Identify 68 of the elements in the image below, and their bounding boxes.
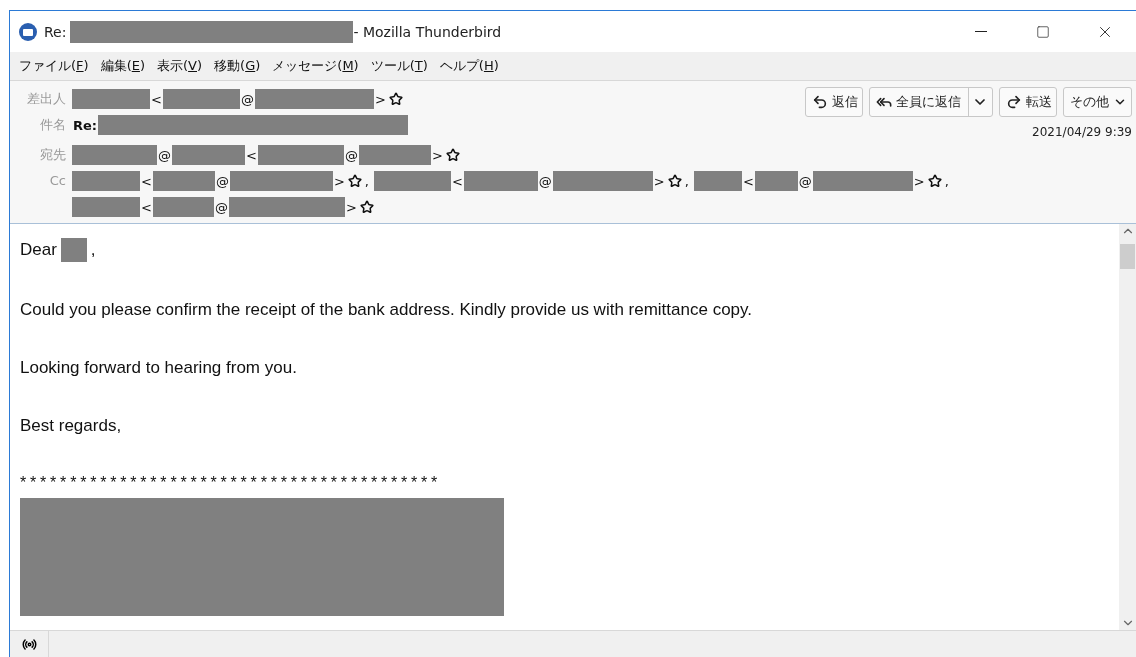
redaction-block xyxy=(152,171,215,191)
address-text: < xyxy=(450,173,464,189)
field-label: Cc xyxy=(48,172,67,190)
redaction-block xyxy=(72,171,140,191)
more-button[interactable]: その他 xyxy=(1063,87,1132,117)
address-text: , xyxy=(943,173,950,189)
redaction-block xyxy=(693,171,742,191)
reply-all-button[interactable]: 全員に返信 xyxy=(869,87,993,117)
field-label: 件名 xyxy=(39,116,67,134)
star-icon[interactable] xyxy=(667,174,682,188)
redaction-block xyxy=(60,238,87,262)
star-icon[interactable] xyxy=(445,148,460,162)
menu-item[interactable]: 編集(E) xyxy=(95,57,150,75)
address-text: > xyxy=(344,199,358,215)
forward-button[interactable]: 転送 xyxy=(999,87,1057,117)
online-status-icon[interactable] xyxy=(21,637,37,652)
menu-item[interactable]: ヘルプ(H) xyxy=(434,57,504,75)
scroll-thumb[interactable] xyxy=(1120,244,1135,269)
address-text: @ xyxy=(157,147,172,163)
signature-separator: ****************************************** xyxy=(20,474,442,492)
minimize-icon xyxy=(975,31,987,32)
redaction-block xyxy=(72,197,140,217)
address-text: > xyxy=(652,173,666,189)
address-text: @ xyxy=(213,199,229,215)
address-text: < xyxy=(140,173,153,189)
address-text: @ xyxy=(343,147,359,163)
menu-item[interactable]: ファイル(F) xyxy=(14,57,94,75)
redaction-block xyxy=(754,171,798,191)
address-text: @ xyxy=(797,173,813,189)
field-label: 差出人 xyxy=(26,90,67,108)
address-text: < xyxy=(245,147,258,163)
message-date: 2021/04/29 9:39 xyxy=(1032,125,1132,139)
reply-icon xyxy=(812,94,828,110)
greeting-text: Dear xyxy=(20,240,57,260)
address-text: > xyxy=(332,173,346,189)
maximize-icon xyxy=(1036,24,1050,39)
subject-prefix: Re: xyxy=(72,117,99,133)
address-text: < xyxy=(150,91,163,107)
app-logo-icon xyxy=(18,21,38,42)
star-icon[interactable] xyxy=(388,92,403,106)
menu-item[interactable]: 表示(V) xyxy=(152,57,208,75)
address-text: < xyxy=(741,173,755,189)
field-label: 宛先 xyxy=(39,146,67,164)
menu-item[interactable]: 移動(G) xyxy=(209,57,266,75)
address-text: @ xyxy=(214,173,230,189)
address-text: > xyxy=(912,173,926,189)
star-icon[interactable] xyxy=(359,200,374,214)
address-text: @ xyxy=(239,91,255,107)
window-title: Re: xyxy=(44,23,67,40)
scrollbar[interactable] xyxy=(1119,224,1136,630)
greeting-text: , xyxy=(90,240,96,260)
address-text: > xyxy=(373,91,387,107)
address-text: , xyxy=(683,173,690,189)
menu-item[interactable]: メッセージ(M) xyxy=(267,57,364,75)
redaction-block xyxy=(152,197,214,217)
body-paragraph: Could you please confirm the receipt of the bank address. Kindly provide us with remittance copy. xyxy=(20,300,753,320)
body-paragraph: Best regards, xyxy=(20,416,123,436)
body-paragraph: Looking forward to hearing from you. xyxy=(20,358,298,378)
window-title: - Mozilla Thunderbird xyxy=(353,23,502,40)
reply-button[interactable]: 返信 xyxy=(805,87,863,117)
address-text: > xyxy=(430,147,444,163)
address-text: @ xyxy=(537,173,553,189)
forward-icon xyxy=(1006,94,1022,110)
star-icon[interactable] xyxy=(927,174,942,188)
address-text: < xyxy=(140,199,153,215)
address-text: , xyxy=(363,173,370,189)
menu-item[interactable]: ツール(T) xyxy=(365,57,433,75)
star-icon[interactable] xyxy=(347,174,362,188)
